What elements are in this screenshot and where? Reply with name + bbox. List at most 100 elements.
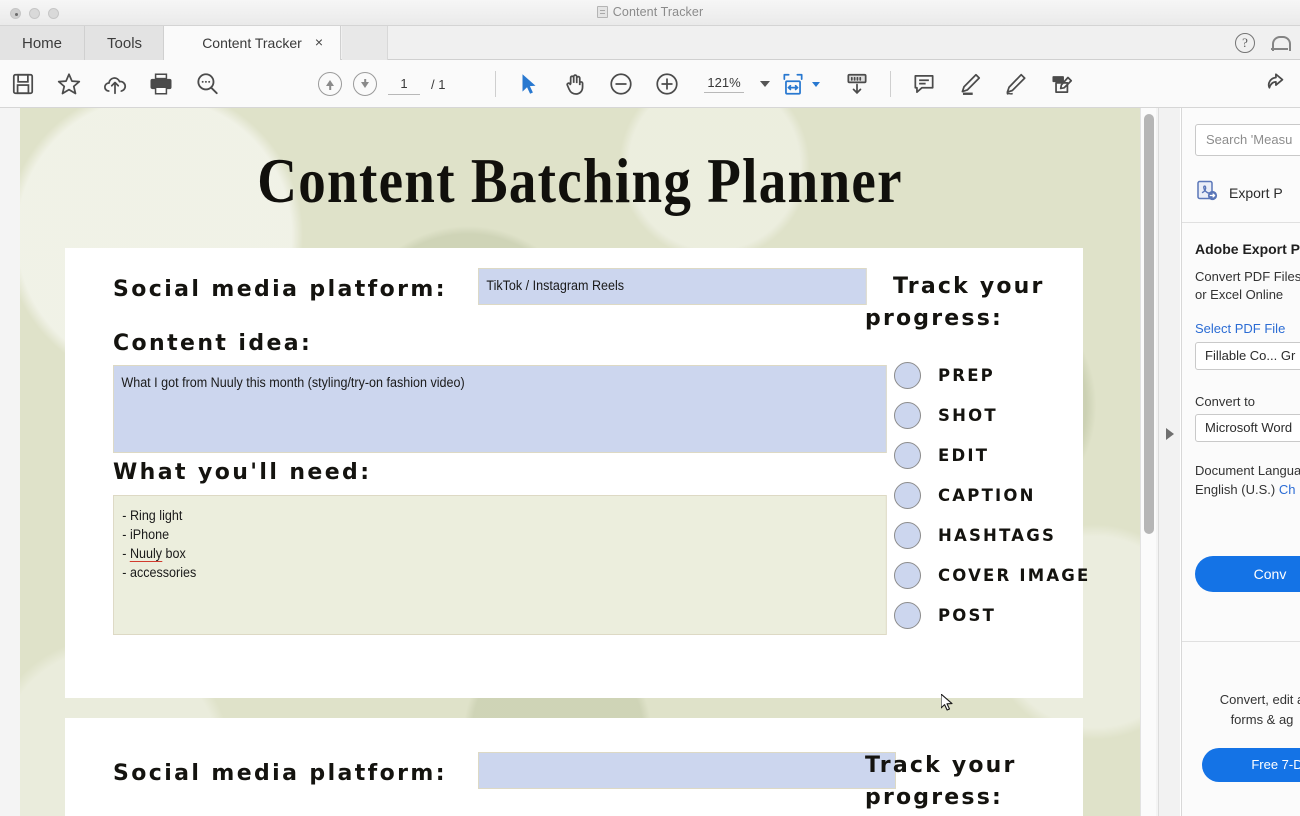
cursor-select-icon[interactable]	[516, 71, 542, 97]
promo-line2: forms & ag	[1182, 710, 1300, 730]
convert-to-label: Convert to	[1195, 393, 1255, 411]
change-language-link[interactable]: Ch	[1279, 482, 1296, 497]
checkbox-shot[interactable]	[894, 402, 921, 429]
print-icon[interactable]	[148, 71, 174, 97]
convert-to-dropdown[interactable]: Microsoft Word	[1195, 414, 1300, 442]
close-icon[interactable]: ×	[312, 35, 326, 49]
step-label: EDIT	[938, 446, 989, 465]
scroll-down-icon[interactable]	[844, 71, 870, 97]
zoom-out-icon[interactable]	[608, 71, 634, 97]
hand-pan-icon[interactable]	[562, 71, 588, 97]
progress-step[interactable]: EDIT	[894, 435, 1091, 475]
checkbox-hashtags[interactable]	[894, 522, 921, 549]
need-line-1: - Ring light	[122, 506, 876, 525]
tab-content-tracker-label: Content Tracker	[202, 35, 302, 51]
vertical-scrollbar[interactable]	[1140, 108, 1156, 816]
content-idea-label: Content idea:	[113, 331, 312, 356]
bell-icon[interactable]	[1271, 34, 1288, 53]
tab-content-tracker[interactable]: Content Tracker ×	[163, 26, 341, 60]
toolbar-divider-2	[890, 71, 891, 97]
search-input[interactable]: Search 'Measu	[1195, 124, 1300, 156]
document-language-label: Document Langua	[1195, 462, 1300, 480]
step-label: HASHTAGS	[938, 526, 1056, 545]
progress-step[interactable]: PREP	[894, 355, 1091, 395]
what-you-need-input[interactable]: - Ring light - iPhone - Nuuly box - acce…	[113, 495, 887, 635]
planner-entry-2: Social media platform: Track your progre…	[65, 718, 1083, 816]
comment-icon[interactable]	[911, 71, 937, 97]
checkbox-post[interactable]	[894, 602, 921, 629]
toolbar-view-group: 121%	[495, 60, 770, 108]
progress-step[interactable]: COVER IMAGE	[894, 555, 1091, 595]
title-bar: Content Tracker	[0, 0, 1300, 26]
pdf-page: Content Batching Planner Social media pl…	[20, 108, 1140, 816]
scrollbar-thumb[interactable]	[1144, 114, 1154, 534]
page-title: Content Batching Planner	[98, 144, 1061, 218]
cloud-upload-icon[interactable]	[102, 71, 128, 97]
share-icon[interactable]	[1264, 71, 1290, 97]
toolbar: 1 / 1 121	[0, 60, 1300, 108]
page-navigation: 1 / 1	[318, 60, 445, 108]
document-viewport[interactable]: Content Batching Planner Social media pl…	[0, 108, 1180, 816]
convert-button[interactable]: Conv	[1195, 556, 1300, 592]
selected-pdf-file-dropdown[interactable]: Fillable Co... Gr	[1195, 342, 1300, 370]
checkbox-cover-image[interactable]	[894, 562, 921, 589]
panel-heading: Adobe Export P	[1195, 241, 1300, 257]
platform-label-2: Social media platform:	[113, 761, 447, 786]
progress-step[interactable]: CAPTION	[894, 475, 1091, 515]
panel-divider-2	[1182, 641, 1300, 642]
language-value-text: English (U.S.)	[1195, 482, 1275, 497]
free-trial-button[interactable]: Free 7-D	[1202, 748, 1300, 782]
previous-page-button[interactable]	[318, 72, 342, 96]
tab-tools[interactable]: Tools	[85, 26, 165, 60]
track-progress-label-line2: progress:	[865, 304, 1003, 334]
need-line-3: - Nuuly box	[122, 544, 876, 563]
chevron-down-icon[interactable]	[760, 81, 770, 87]
search-zoom-icon[interactable]	[194, 71, 220, 97]
help-icon[interactable]: ?	[1235, 33, 1255, 53]
zoom-level-value[interactable]: 121%	[704, 75, 744, 93]
track-progress-label-2-line2: progress:	[865, 783, 1003, 813]
progress-step[interactable]: SHOT	[894, 395, 1091, 435]
page-total-label: / 1	[431, 77, 445, 92]
checkbox-edit[interactable]	[894, 442, 921, 469]
window-title-text: Content Tracker	[613, 5, 703, 19]
highlight-icon[interactable]	[957, 71, 983, 97]
need-line-3-suffix: box	[162, 546, 186, 561]
star-icon[interactable]	[56, 71, 82, 97]
next-page-button[interactable]	[353, 72, 377, 96]
document-language-value: English (U.S.) Ch	[1195, 481, 1295, 499]
save-icon[interactable]	[10, 71, 36, 97]
platform-input[interactable]: TikTok / Instagram Reels	[478, 268, 867, 305]
toolbar-far-right-group	[1264, 60, 1290, 108]
nav-tabs: Home Tools	[0, 26, 165, 60]
panel-desc-line1: Convert PDF Files	[1195, 268, 1300, 286]
checkbox-caption[interactable]	[894, 482, 921, 509]
need-line-4: - accessories	[122, 563, 876, 582]
fit-page-dropdown-icon[interactable]	[812, 82, 820, 87]
step-label: COVER IMAGE	[938, 566, 1091, 585]
platform-input-2[interactable]	[478, 752, 896, 789]
step-label: CAPTION	[938, 486, 1036, 505]
content-idea-input[interactable]: What I got from Nuuly this month (stylin…	[113, 365, 887, 453]
tab-home[interactable]: Home	[0, 26, 85, 60]
page-number-input[interactable]: 1	[388, 73, 420, 95]
platform-label: Social media platform:	[113, 277, 447, 302]
export-pdf-icon	[1195, 179, 1219, 208]
select-pdf-file-link[interactable]: Select PDF File	[1195, 321, 1285, 336]
panel-divider-1	[1182, 222, 1300, 223]
zoom-in-icon[interactable]	[654, 71, 680, 97]
sign-icon[interactable]	[1003, 71, 1029, 97]
checkbox-prep[interactable]	[894, 362, 921, 389]
export-pdf-tool[interactable]: Export P	[1195, 178, 1300, 208]
progress-step[interactable]: HASHTAGS	[894, 515, 1091, 555]
tab-right-icons: ?	[1235, 26, 1292, 60]
track-progress-label-2-line1: Track your	[865, 751, 1017, 781]
tab-placeholder	[342, 26, 388, 60]
fit-page-icon[interactable]	[780, 71, 806, 97]
zoom-selector[interactable]: 121%	[704, 75, 770, 93]
progress-step[interactable]: POST	[894, 595, 1091, 635]
fill-sign-icon[interactable]	[1049, 71, 1075, 97]
toolbar-fit-group	[780, 60, 1075, 108]
expand-right-panel-icon[interactable]	[1166, 428, 1174, 440]
tools-side-panel: Search 'Measu Export P Adobe Export P Co…	[1181, 108, 1300, 816]
